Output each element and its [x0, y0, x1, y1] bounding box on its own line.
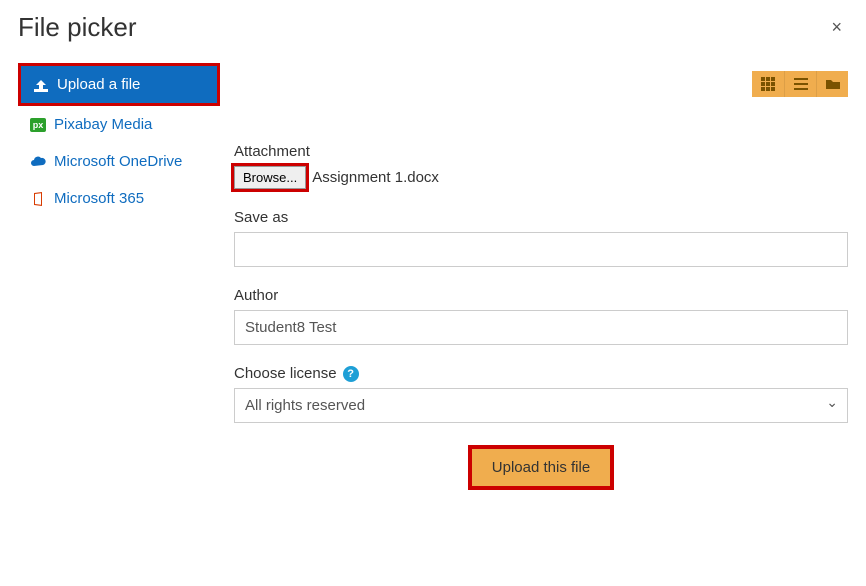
- browse-button[interactable]: Browse...: [234, 166, 306, 189]
- help-icon[interactable]: ?: [343, 366, 359, 382]
- m365-icon: [30, 191, 46, 207]
- repository-sidebar: Upload a file px Pixabay Media Microsoft…: [18, 63, 220, 486]
- onedrive-icon: [30, 154, 46, 170]
- sidebar-item-microsoft-onedrive[interactable]: Microsoft OneDrive: [18, 143, 220, 180]
- author-input[interactable]: [234, 310, 848, 345]
- author-label: Author: [234, 287, 848, 304]
- upload-icon: [33, 77, 49, 93]
- sidebar-item-microsoft-365[interactable]: Microsoft 365: [18, 180, 220, 217]
- close-icon[interactable]: ×: [825, 13, 848, 42]
- view-toolbar: [752, 71, 848, 97]
- sidebar-item-label: Pixabay Media: [54, 116, 152, 133]
- dialog-title: File picker: [18, 12, 136, 43]
- license-select[interactable]: All rights reserved: [234, 388, 848, 423]
- sidebar-item-upload-a-file[interactable]: Upload a file: [18, 63, 220, 106]
- list-view-icon[interactable]: [784, 71, 816, 97]
- pixabay-icon: px: [30, 117, 46, 133]
- upload-this-file-button[interactable]: Upload this file: [472, 449, 610, 486]
- sidebar-item-label: Microsoft 365: [54, 190, 144, 207]
- main-content: Attachment Browse... Assignment 1.docx S…: [234, 63, 848, 486]
- sidebar-item-pixabay-media[interactable]: px Pixabay Media: [18, 106, 220, 143]
- grid-view-icon[interactable]: [752, 71, 784, 97]
- attachment-label: Attachment: [234, 143, 848, 160]
- folder-view-icon[interactable]: [816, 71, 848, 97]
- license-label: Choose license: [234, 365, 337, 382]
- selected-filename: Assignment 1.docx: [312, 169, 439, 186]
- sidebar-item-label: Upload a file: [57, 76, 140, 93]
- save-as-input[interactable]: [234, 232, 848, 267]
- save-as-label: Save as: [234, 209, 848, 226]
- sidebar-item-label: Microsoft OneDrive: [54, 153, 182, 170]
